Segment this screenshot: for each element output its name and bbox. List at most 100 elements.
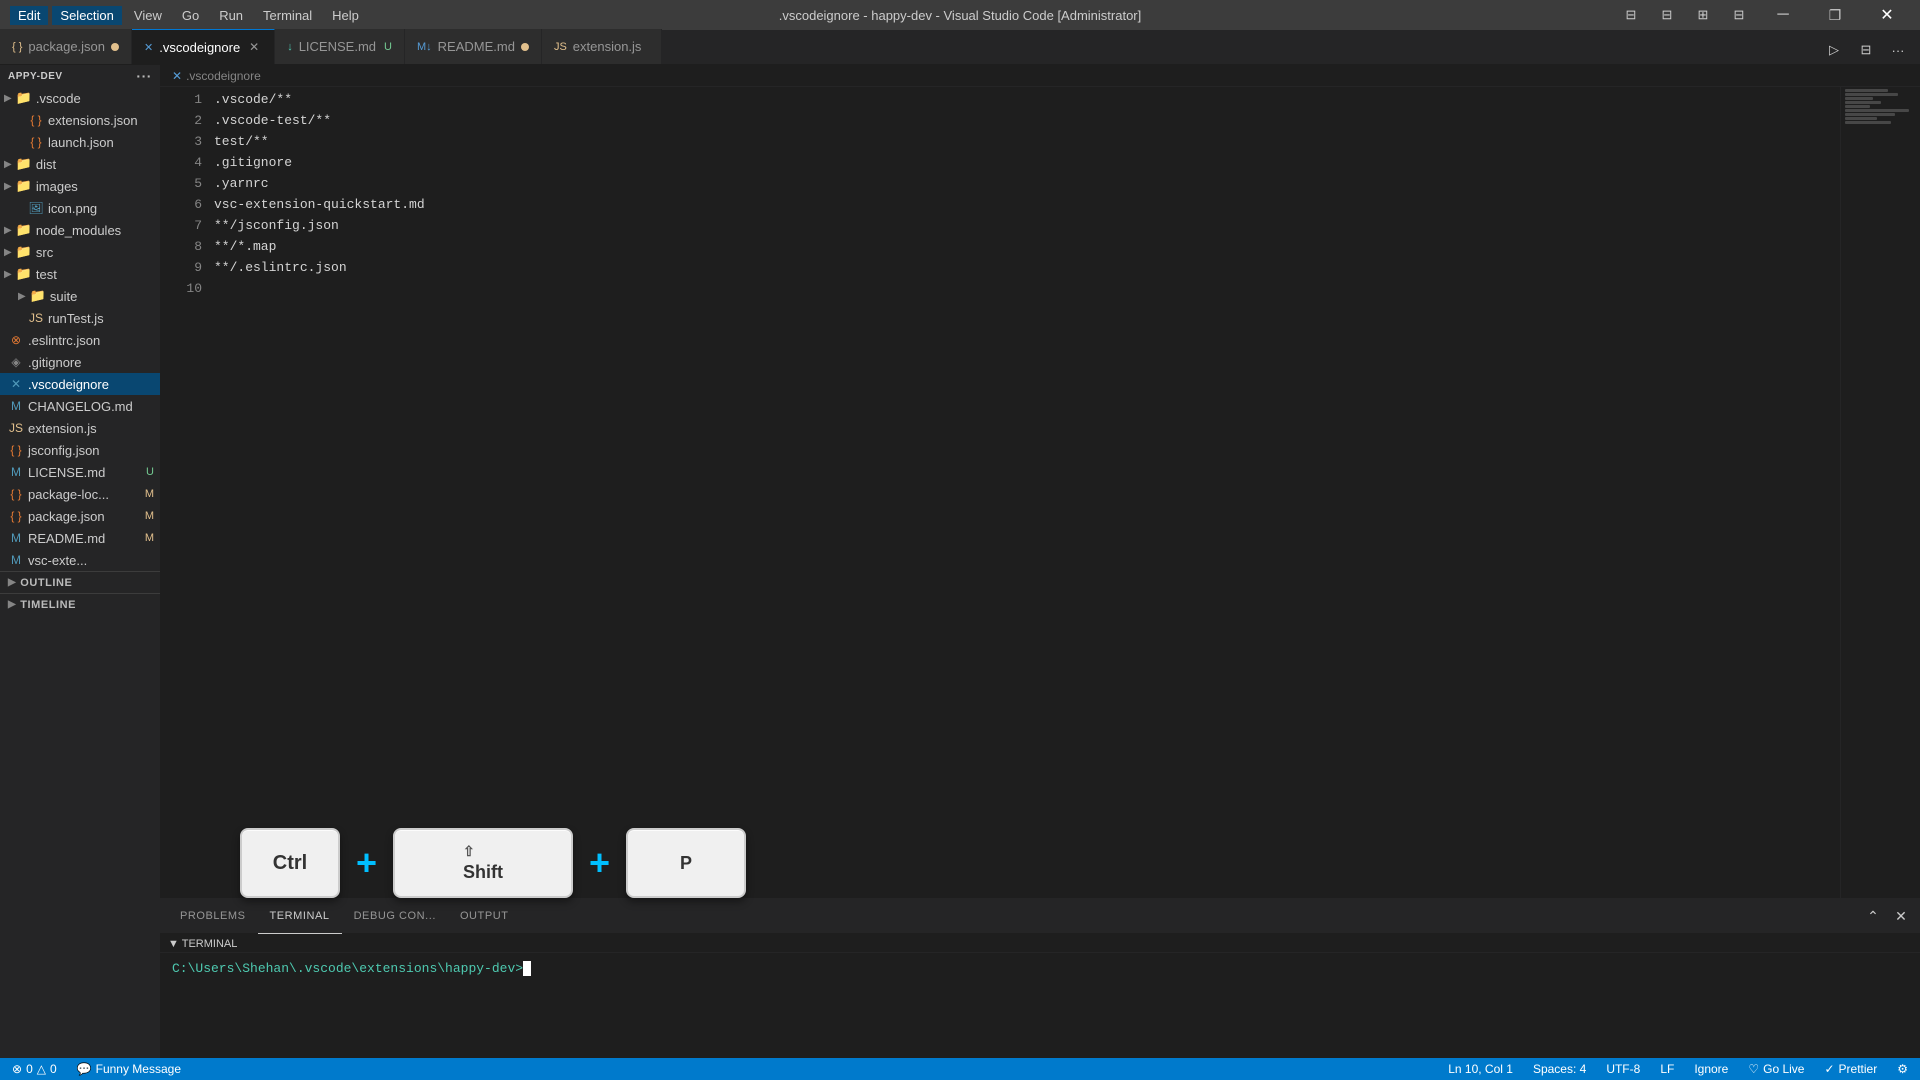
panel-tab-problems[interactable]: PROBLEMS [168,899,258,934]
file-label: icon.png [48,201,97,216]
panel-tab-output[interactable]: OUTPUT [448,899,521,934]
badge-u-license: U [146,466,154,478]
folder-images[interactable]: ▶ 📁 images [0,175,160,197]
breadcrumb-icon: ✕ [172,69,182,83]
status-eol[interactable]: LF [1656,1058,1678,1080]
file-runtest-js[interactable]: JS runTest.js [0,307,160,329]
eol-text: LF [1660,1062,1674,1076]
status-left: ⊗ 0 △ 0 💬 C:\Users\Shehan\.vscode\extens… [8,1058,185,1080]
status-ln-col[interactable]: Ln 10, Col 1 [1444,1058,1517,1080]
menu-run[interactable]: Run [211,6,251,25]
file-icon: M [8,464,24,480]
tab-close-vscodeignore[interactable]: ✕ [246,39,262,55]
new-file-icon[interactable]: ··· [136,68,152,84]
file-icon-png[interactable]: 🖼 icon.png [0,197,160,219]
file-extensions-json[interactable]: { } extensions.json [0,109,160,131]
panel-tab-debug[interactable]: DEBUG CON... [342,899,448,934]
folder-vscode[interactable]: ▶ 📁 .vscode [0,87,160,109]
file-label: vsc-exte... [28,553,87,568]
status-golive[interactable]: ♡ Go Live [1744,1058,1808,1080]
file-readme-md[interactable]: M README.md M [0,527,160,549]
menu-edit[interactable]: Edit [10,6,48,25]
restore-button[interactable]: ❐ [1812,0,1858,30]
outline-section[interactable]: ▶ OUTLINE [0,571,160,593]
terminal-content[interactable]: C:\Users\Shehan\.vscode\extensions\happy… [160,953,1920,1058]
breadcrumb-text: .vscodeignore [186,69,261,83]
tab-extension-js[interactable]: JS extension.js [542,29,662,64]
file-label: jsconfig.json [28,443,100,458]
panel-actions: ⌃ ✕ [1862,905,1912,927]
file-extension-js[interactable]: JS extension.js [0,417,160,439]
file-vscodeignore[interactable]: ✕ .vscodeignore [0,373,160,395]
folder-src[interactable]: ▶ 📁 src [0,241,160,263]
file-label: CHANGELOG.md [28,399,133,414]
minimize-button[interactable]: ─ [1760,0,1806,30]
menu-terminal[interactable]: Terminal [255,6,320,25]
menu-bar: Edit Selection View Go Run Terminal Help [10,6,367,25]
file-gitignore[interactable]: ◈ .gitignore [0,351,160,373]
status-prettier[interactable]: ✓ Prettier [1820,1058,1881,1080]
run-button[interactable]: ▷ [1820,36,1848,64]
icon-layout2[interactable]: ⊟ [1652,0,1682,30]
timeline-section[interactable]: ▶ TIMELINE [0,593,160,615]
status-language[interactable]: Ignore [1690,1058,1732,1080]
tab-package-json[interactable]: { } package.json [0,29,132,64]
menu-go[interactable]: Go [174,6,207,25]
file-launch-json[interactable]: { } launch.json [0,131,160,153]
file-package-json[interactable]: { } package.json M [0,505,160,527]
status-encoding[interactable]: UTF-8 [1602,1058,1644,1080]
code-editor[interactable]: .vscode/** .vscode-test/** test/** .giti… [210,87,1840,898]
encoding-text: UTF-8 [1606,1062,1640,1076]
code-line-7: **/jsconfig.json [210,215,1840,236]
panel-tabs: PROBLEMS TERMINAL DEBUG CON... OUTPUT ⌃ … [160,899,1920,934]
warning-count: 0 [50,1062,57,1076]
folder-dist[interactable]: ▶ 📁 dist [0,153,160,175]
tabs-actions: ▷ ⊟ ··· [1820,36,1920,64]
folder-label: images [36,179,78,194]
sidebar: APPY-DEV ··· ▶ 📁 .vscode { } extensions.… [0,65,160,1058]
outline-chevron: ▶ [8,577,16,588]
panel-close-button[interactable]: ✕ [1890,905,1912,927]
panel-tab-terminal[interactable]: TERMINAL [258,899,342,934]
file-label: package-loc... [28,487,109,502]
icon-layout3[interactable]: ⊞ [1688,0,1718,30]
file-license-md[interactable]: M LICENSE.md U [0,461,160,483]
folder-suite[interactable]: ▶ 📁 suite [0,285,160,307]
folder-label: src [36,245,53,260]
status-errors[interactable]: ⊗ 0 △ 0 [8,1058,61,1080]
split-editor-button[interactable]: ⊟ [1852,36,1880,64]
titlebar: Edit Selection View Go Run Terminal Help… [0,0,1920,30]
tab-license-md[interactable]: ↓ LICENSE.md U [275,29,405,64]
tab-readme-md[interactable]: M↓ README.md [405,29,542,64]
terminal-tab-bar: ▼ TERMINAL [160,934,1920,953]
tab-vscodeignore[interactable]: ✕ .vscodeignore ✕ [132,29,275,64]
menu-help[interactable]: Help [324,6,367,25]
code-line-1: .vscode/** [210,89,1840,110]
file-label: extension.js [28,421,97,436]
folder-icon: 📁 [16,244,32,260]
file-vsc-exte[interactable]: M vsc-exte... [0,549,160,571]
panel-maximize-button[interactable]: ⌃ [1862,905,1884,927]
tab-label-extension-js: extension.js [573,39,642,54]
file-package-loc[interactable]: { } package-loc... M [0,483,160,505]
file-eslintrc-json[interactable]: ⊗ .eslintrc.json [0,329,160,351]
menu-view[interactable]: View [126,6,170,25]
close-button[interactable]: ✕ [1864,0,1910,30]
file-icon: ⊗ [8,332,24,348]
spaces-text: Spaces: 4 [1533,1062,1586,1076]
prettier-icon: ✓ [1824,1062,1834,1076]
terminal-instance[interactable]: ▼ TERMINAL [168,938,237,950]
menu-selection[interactable]: Selection [52,6,121,25]
more-actions-button[interactable]: ··· [1884,36,1912,64]
folder-node-modules[interactable]: ▶ 📁 node_modules [0,219,160,241]
icon-layout1[interactable]: ⊟ [1616,0,1646,30]
file-label: README.md [28,531,105,546]
folder-test[interactable]: ▶ 📁 test [0,263,160,285]
icon-settings[interactable]: ⊟ [1724,0,1754,30]
status-spaces[interactable]: Spaces: 4 [1529,1058,1590,1080]
chevron-icon: ▶ [4,225,12,236]
file-jsconfig-json[interactable]: { } jsconfig.json [0,439,160,461]
status-settings[interactable]: ⚙ [1893,1058,1912,1080]
file-changelog-md[interactable]: M CHANGELOG.md [0,395,160,417]
status-message[interactable]: 💬 C:\Users\Shehan\.vscode\extensions\hap… [73,1058,185,1080]
